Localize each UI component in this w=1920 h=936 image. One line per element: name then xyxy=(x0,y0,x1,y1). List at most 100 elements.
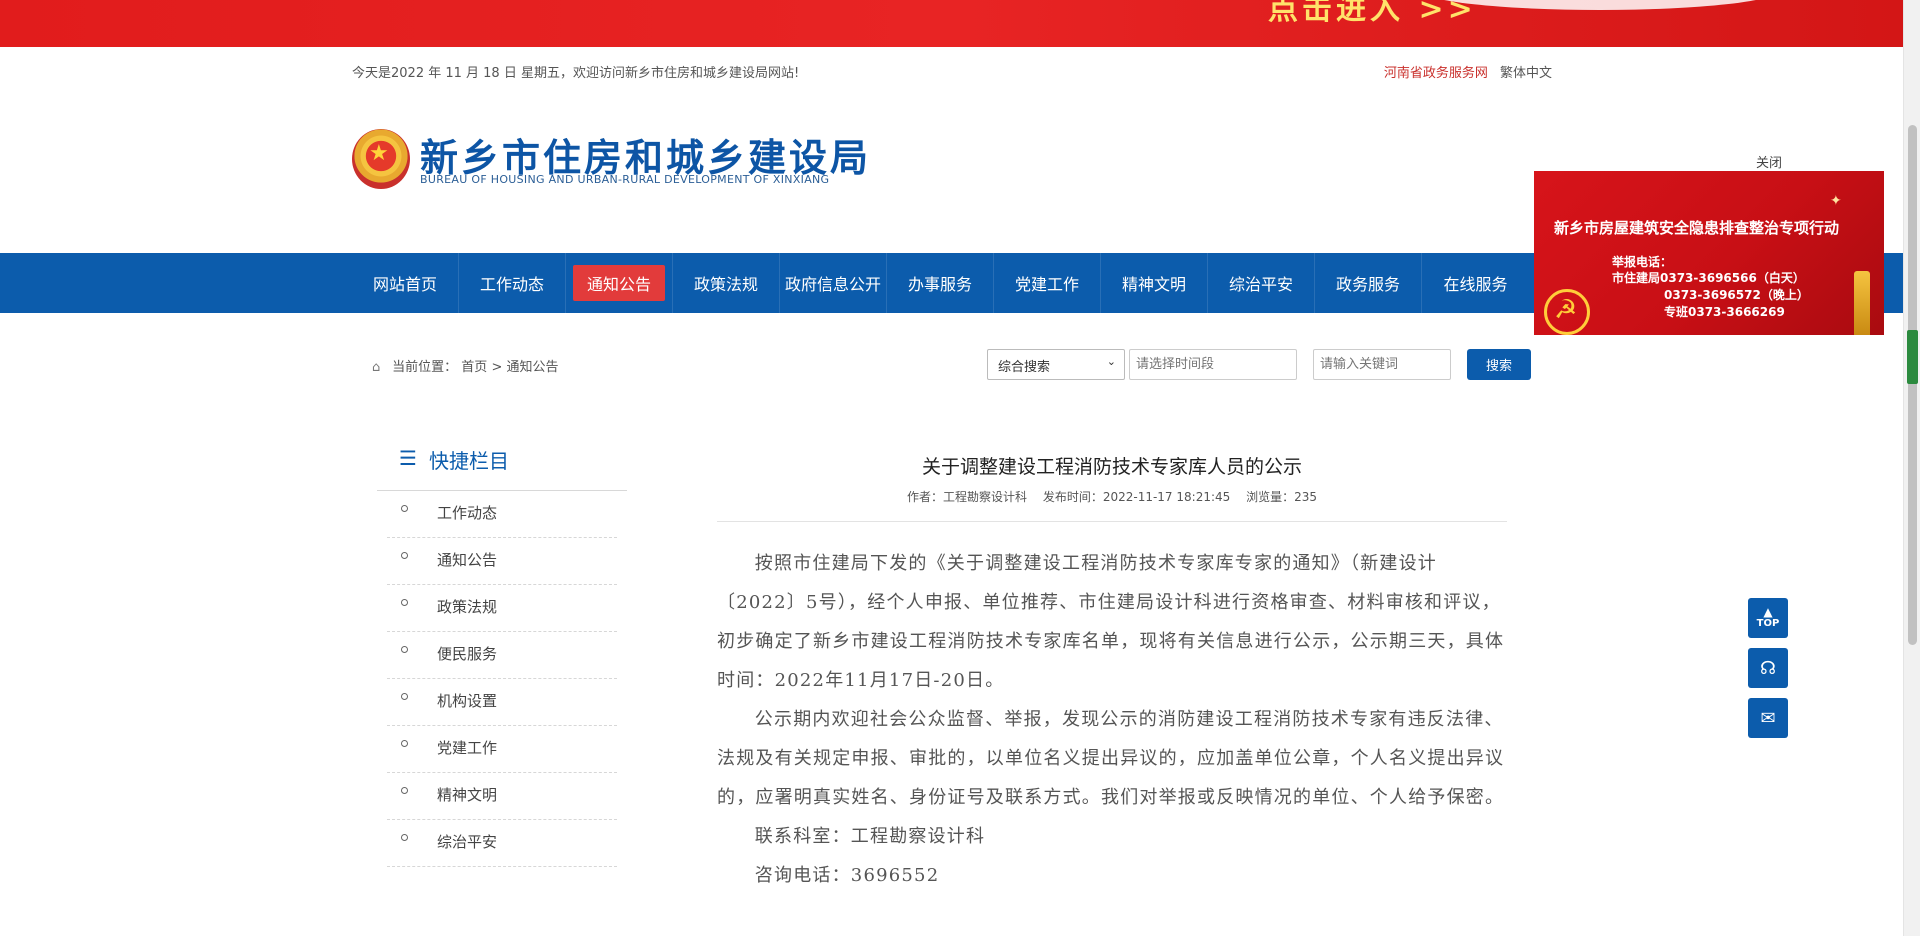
nav-label: 办事服务 xyxy=(907,275,972,294)
sidebar-item-organization[interactable]: 机构设置 xyxy=(387,679,617,726)
float-ad-title: 新乡市房屋建筑安全隐患排查整治专项行动 xyxy=(1554,219,1840,237)
sidebar-item-label: 党建工作 xyxy=(437,739,498,757)
nav-item-services[interactable]: 办事服务 xyxy=(887,253,994,313)
national-emblem-icon: ★ xyxy=(352,129,410,189)
sidebar-item-safety[interactable]: 综治平安 xyxy=(387,820,617,867)
circle-bullet-icon xyxy=(401,740,408,747)
breadcrumb-current-link[interactable]: 通知公告 xyxy=(506,360,558,375)
circle-bullet-icon xyxy=(401,787,408,794)
circle-bullet-icon xyxy=(401,599,408,606)
sidebar-item-notices[interactable]: 通知公告 xyxy=(387,538,617,585)
logo-title-en: BUREAU OF HOUSING AND URBAN-RURAL DEVELO… xyxy=(420,173,830,186)
nav-label: 精神文明 xyxy=(1121,275,1186,294)
info-bar: 今天是2022 年 11 月 18 日 星期五，欢迎访问新乡市住房和城乡建设局网… xyxy=(352,62,1552,82)
top-banner[interactable]: 点击进入 >> xyxy=(0,0,1903,47)
firework-icon: ✦ xyxy=(1830,193,1842,209)
back-to-top-button[interactable]: ▲ TOP xyxy=(1748,598,1788,638)
wechat-button[interactable]: ✉ xyxy=(1748,698,1788,738)
nav-label: 通知公告 xyxy=(572,265,665,301)
sidebar-item-label: 精神文明 xyxy=(437,786,498,804)
list-icon: ☰ xyxy=(399,446,417,470)
chevron-down-icon: ⌄ xyxy=(1106,355,1116,368)
top-label: TOP xyxy=(1756,618,1780,629)
scroll-marker xyxy=(1907,330,1918,384)
sidebar-item-public-services[interactable]: 便民服务 xyxy=(387,632,617,679)
breadcrumb: ⌂ 当前位置： 首页 > 通知公告 xyxy=(372,356,559,375)
quick-links-sidebar: ☰ 快捷栏目 工作动态 通知公告 政策法规 便民服务 机构设置 党建工作 精神文… xyxy=(377,435,627,867)
article-view-count: 浏览量：235 xyxy=(1246,490,1318,504)
search-button[interactable]: 搜索 xyxy=(1467,349,1531,380)
float-ad-banner[interactable]: ✦ 新乡市房屋建筑安全隐患排查整治专项行动 举报电话： 市住建局0373-369… xyxy=(1534,171,1884,335)
page: 点击进入 >> 今天是2022 年 11 月 18 日 星期五，欢迎访问新乡市住… xyxy=(0,0,1920,936)
nav-item-safety[interactable]: 综治平安 xyxy=(1208,253,1315,313)
time-range-input[interactable] xyxy=(1129,349,1297,380)
nav-label: 工作动态 xyxy=(479,275,544,294)
nav-item-gov-info[interactable]: 政府信息公开 xyxy=(780,253,887,313)
arrow-up-icon: ▲ xyxy=(1763,605,1773,619)
float-ad-close-button[interactable]: 关闭 xyxy=(1756,152,1782,171)
nav-label: 党建工作 xyxy=(1014,275,1079,294)
float-ad-line: 0373-3696572（晚上） xyxy=(1664,288,1809,302)
sidebar-item-party[interactable]: 党建工作 xyxy=(387,726,617,773)
article-paragraph: 公示期内欢迎社会公众监督、举报，发现公示的消防建设工程消防技术专家有违反法律、法… xyxy=(717,709,1505,808)
circle-bullet-icon xyxy=(401,646,408,653)
article-body: 按照市住建局下发的《关于调整建设工程消防技术专家库专家的通知》（新建设计〔202… xyxy=(717,544,1507,895)
scroll-thumb[interactable] xyxy=(1908,125,1917,645)
nav-label: 在线服务 xyxy=(1443,275,1508,294)
sidebar-header: ☰ 快捷栏目 xyxy=(377,435,627,491)
nav-item-gov-services[interactable]: 政务服务 xyxy=(1315,253,1422,313)
nav-item-party[interactable]: 党建工作 xyxy=(994,253,1101,313)
customer-service-button[interactable]: ☊ xyxy=(1748,648,1788,688)
float-ad-line: 专班0373-3666269 xyxy=(1664,305,1785,319)
wechat-icon: ✉ xyxy=(1760,707,1776,729)
article-publish-time: 发布时间：2022-11-17 18:21:45 xyxy=(1042,490,1231,504)
traditional-chinese-link[interactable]: 繁体中文 xyxy=(1500,66,1552,81)
circle-bullet-icon xyxy=(401,693,408,700)
sidebar-item-policies[interactable]: 政策法规 xyxy=(387,585,617,632)
article-title: 关于调整建设工程消防技术专家库人员的公示 xyxy=(921,456,1302,478)
article: 关于调整建设工程消防技术专家库人员的公示 作者：工程勘察设计科 发布时间：202… xyxy=(717,452,1507,895)
nav-label: 政务服务 xyxy=(1335,275,1400,294)
sidebar-item-civilization[interactable]: 精神文明 xyxy=(387,773,617,820)
breadcrumb-home-link[interactable]: 首页 xyxy=(461,360,487,375)
article-divider xyxy=(717,521,1507,522)
site-logo[interactable]: ★ 新乡市住房和城乡建设局 BUREAU OF HOUSING AND URBA… xyxy=(352,125,872,195)
sidebar-item-label: 工作动态 xyxy=(437,504,498,522)
article-author: 作者：工程勘察设计科 xyxy=(906,490,1027,504)
circle-bullet-icon xyxy=(401,834,408,841)
keyword-input[interactable] xyxy=(1313,349,1451,380)
float-ad-line: 市住建局0373-3696566（白天） xyxy=(1612,271,1805,285)
nav-item-policies[interactable]: 政策法规 xyxy=(673,253,780,313)
circle-bullet-icon xyxy=(401,552,408,559)
pillar-decoration xyxy=(1854,271,1870,335)
nav-item-notices[interactable]: 通知公告 xyxy=(566,253,673,313)
sidebar-item-label: 政策法规 xyxy=(437,598,498,616)
nav-label: 政府信息公开 xyxy=(785,275,882,294)
nav-items: 网站首页 工作动态 通知公告 政策法规 政府信息公开 办事服务 党建工作 精神文… xyxy=(352,253,1529,313)
article-meta: 作者：工程勘察设计科 发布时间：2022-11-17 18:21:45 浏览量：… xyxy=(717,488,1507,505)
sidebar-item-label: 便民服务 xyxy=(437,645,498,663)
scrollbar[interactable] xyxy=(1903,0,1920,936)
search-type-value: 综合搜索 xyxy=(998,360,1051,375)
nav-label: 政策法规 xyxy=(693,275,758,294)
nav-item-home[interactable]: 网站首页 xyxy=(352,253,459,313)
article-paragraph: 咨询电话：3696552 xyxy=(754,865,940,886)
sidebar-title: 快捷栏目 xyxy=(429,449,509,473)
article-paragraph: 按照市住建局下发的《关于调整建设工程消防技术专家库专家的通知》（新建设计〔202… xyxy=(717,553,1505,691)
breadcrumb-separator: > xyxy=(491,360,507,375)
nav-item-online[interactable]: 在线服务 xyxy=(1422,253,1529,313)
date-welcome-text: 今天是2022 年 11 月 18 日 星期五，欢迎访问新乡市住房和城乡建设局网… xyxy=(352,66,800,81)
float-ad-line: 举报电话： xyxy=(1612,255,1673,269)
headset-icon: ☊ xyxy=(1760,657,1776,679)
breadcrumb-prefix: 当前位置： xyxy=(392,360,458,375)
nav-label: 综治平安 xyxy=(1228,275,1293,294)
gov-service-link[interactable]: 河南省政务服务网 xyxy=(1384,66,1488,81)
sidebar-item-label: 机构设置 xyxy=(437,692,498,710)
nav-item-civilization[interactable]: 精神文明 xyxy=(1101,253,1208,313)
sidebar-item-work-news[interactable]: 工作动态 xyxy=(387,491,617,538)
search-type-select[interactable]: 综合搜索 ⌄ xyxy=(987,349,1125,380)
banner-slogan: 点击进入 >> xyxy=(1268,0,1477,27)
hammer-sickle-icon: ☭ xyxy=(1554,295,1578,325)
nav-item-work-news[interactable]: 工作动态 xyxy=(459,253,566,313)
circle-bullet-icon xyxy=(401,505,408,512)
